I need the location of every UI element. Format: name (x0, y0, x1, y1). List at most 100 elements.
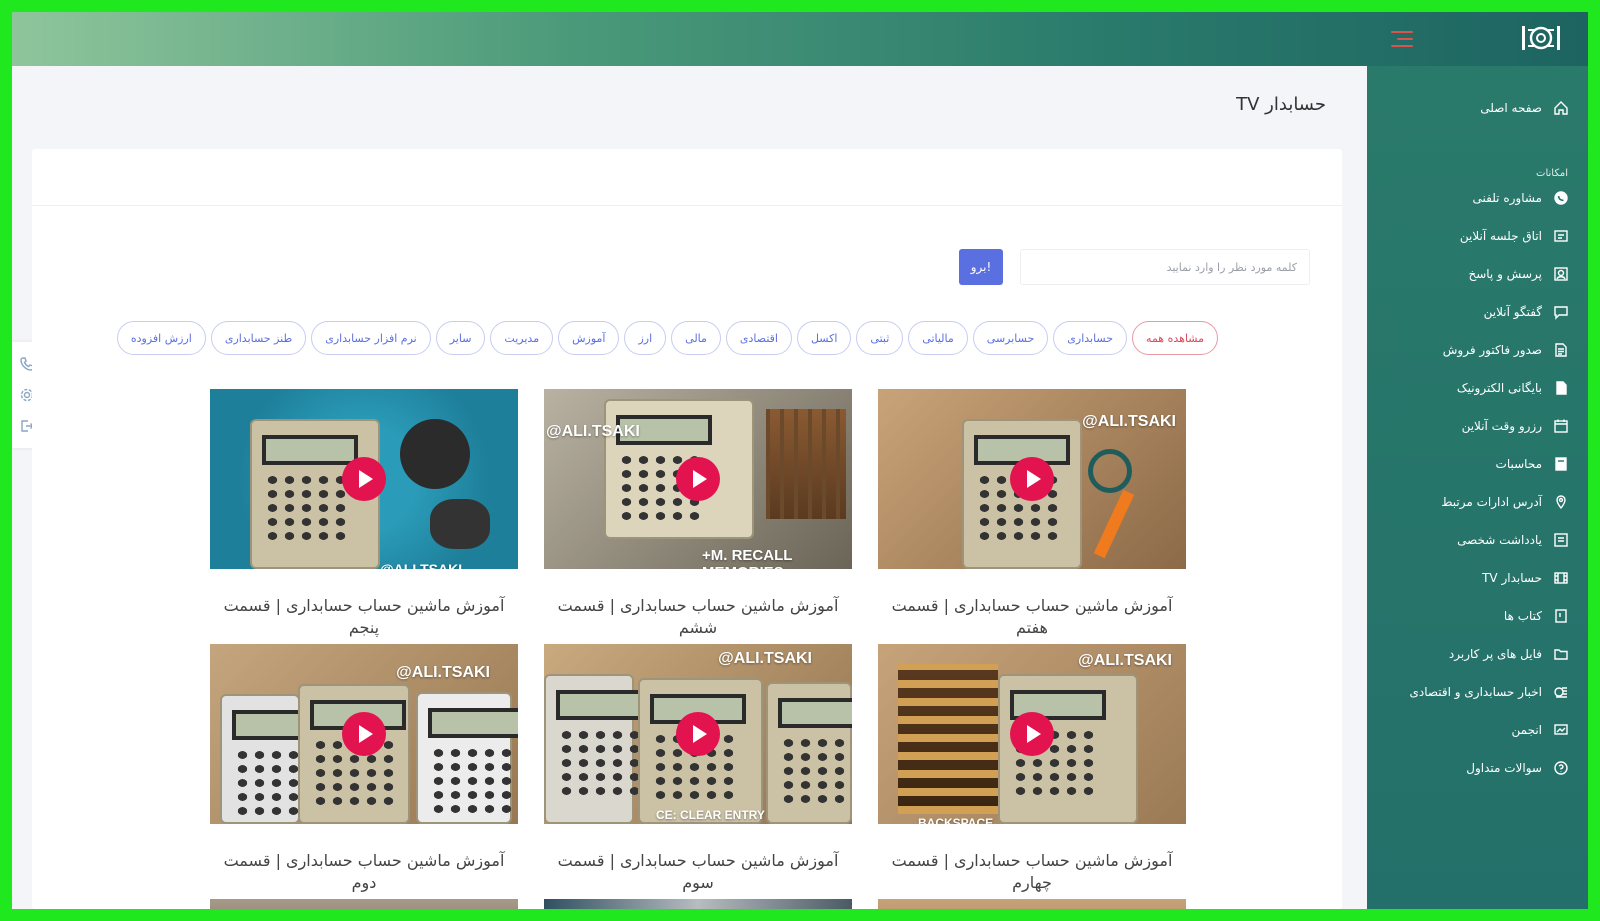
filter-chip[interactable]: نرم افزار حسابداری (311, 321, 431, 355)
video-watermark: @ALI.TSAKI (546, 423, 640, 440)
video-caption: BACKSPACE (918, 816, 994, 824)
sidebar-item-books[interactable]: کتاب ها (1380, 601, 1570, 631)
hamburger-icon[interactable] (1391, 31, 1413, 47)
sidebar-item-archive[interactable]: بایگانی الکترونیک (1380, 373, 1570, 403)
video-thumbnail[interactable]: @ALI.TSAKI (878, 389, 1186, 569)
sidebar-item-label: سوالات متداول (1466, 761, 1542, 775)
video-card[interactable]: @ALI.TSAKI CE: CLEAR ENTRY آموزش ماشین ح… (544, 644, 852, 894)
video-card[interactable]: @ALI.TSAKI آموزش ماشین حساب حسابداری | ق… (210, 644, 518, 894)
calculator-image (766, 682, 852, 824)
content-card: برو! مشاهده همه حسابداری حسابرسی مالیاتی… (32, 149, 1342, 909)
sidebar-item-label: بایگانی الکترونیک (1456, 381, 1542, 395)
sidebar-item-faq[interactable]: سوالات متداول (1380, 753, 1570, 783)
filter-chip[interactable]: مدیریت (490, 321, 554, 355)
play-icon[interactable] (676, 457, 720, 501)
sidebar-item-label: فایل های پر کاربرد (1448, 647, 1542, 661)
sidebar-item-forum[interactable]: انجمن (1380, 715, 1570, 745)
filter-chip[interactable]: ارزش افزوده (116, 321, 206, 355)
sidebar-item-label: اخبار حسابداری و اقتصادی (1409, 685, 1543, 699)
notes-icon (1552, 531, 1570, 549)
filter-chip[interactable]: اقتصادی (725, 321, 792, 355)
calculator-image (544, 674, 652, 824)
filter-chip[interactable]: حسابداری (1053, 321, 1128, 355)
video-title[interactable]: آموزش ماشین حساب حسابداری | قسمت ششم (544, 595, 852, 639)
video-title[interactable]: آموزش ماشین حساب حسابداری | قسمت دوم (210, 850, 518, 894)
video-thumbnail[interactable]: @ALI.TSAKI (210, 644, 518, 824)
play-icon[interactable] (1010, 712, 1054, 756)
sidebar-item-online-meeting[interactable]: اتاق جلسه آنلاین (1380, 221, 1570, 251)
sidebar-item-tv[interactable]: حسابدار TV (1380, 563, 1570, 593)
calendar-icon (1552, 417, 1570, 435)
video-card[interactable]: @ALI.TSAKI آموزش ماشین حساب حسابداری | ق… (878, 389, 1186, 639)
folder-icon (1552, 645, 1570, 663)
sidebar-item-phone-consult[interactable]: مشاوره تلفنی (1380, 183, 1570, 213)
play-icon[interactable] (342, 457, 386, 501)
home-icon (1552, 99, 1570, 117)
filter-chip[interactable]: مالی (671, 321, 721, 355)
abacus-image (766, 409, 846, 519)
sidebar-item-label: انجمن (1511, 723, 1543, 737)
video-thumbnail[interactable]: @ALI.TSAKI (210, 389, 518, 569)
filter-chip[interactable]: سایر (435, 321, 486, 355)
sidebar-item-chat[interactable]: گفتگو آنلاین (1380, 297, 1570, 327)
sidebar-item-label: صفحه اصلی (1480, 101, 1542, 115)
filter-chip[interactable]: حسابرسی (972, 321, 1049, 355)
sidebar: صفحه اصلی امکانات مشاوره تلفنی اتاق جلسه… (1367, 66, 1588, 909)
video-thumbnail[interactable]: @ALI.TSAKI CE: CLEAR ENTRY (544, 644, 852, 824)
video-thumbnail[interactable] (210, 899, 518, 909)
film-icon (1552, 569, 1570, 587)
sidebar-item-news[interactable]: اخبار حسابداری و اقتصادی (1380, 677, 1570, 707)
filter-chip[interactable]: مالیاتی (908, 321, 968, 355)
sidebar-item-booking[interactable]: رزرو وقت آنلاین (1380, 411, 1570, 441)
map-pin-icon (1552, 493, 1570, 511)
filter-chip[interactable]: طنز حسابداری (210, 321, 307, 355)
sidebar-item-invoice[interactable]: صدور فاکتور فروش (1380, 335, 1570, 365)
sidebar-item-offices[interactable]: آدرس ادارات مرتبط (1380, 487, 1570, 517)
sidebar-item-label: رزرو وقت آنلاین (1461, 419, 1542, 433)
video-card[interactable]: @ALI.TSAKI آموزش ماشین حساب حسابداری | ق… (210, 389, 518, 639)
magnifier-image (1088, 449, 1132, 493)
video-thumbnail[interactable] (878, 899, 1186, 909)
video-thumbnail[interactable]: @ALI.TSAKI +M. RECALL MEMORIES (544, 389, 852, 569)
filter-chip[interactable]: اکسل (796, 321, 852, 355)
filter-chip-all[interactable]: مشاهده همه (1132, 321, 1218, 355)
filter-chip[interactable]: ثبتی (856, 321, 904, 355)
video-title[interactable]: آموزش ماشین حساب حسابداری | قسمت هفتم (878, 595, 1186, 639)
filter-chip[interactable]: ارز (624, 321, 667, 355)
video-caption: @ALI.TSAKI (380, 561, 463, 569)
video-title[interactable]: آموزش ماشین حساب حسابداری | قسمت پنجم (210, 595, 518, 639)
sidebar-item-calculations[interactable]: محاسبات (1380, 449, 1570, 479)
video-thumbnail[interactable] (544, 899, 852, 909)
sidebar-item-label: اتاق جلسه آنلاین (1459, 229, 1542, 243)
video-thumbnail[interactable]: @ALI.TSAKI BACKSPACE (878, 644, 1186, 824)
question-answer-icon (1552, 265, 1570, 283)
sidebar-item-home[interactable]: صفحه اصلی (1380, 93, 1570, 123)
play-icon[interactable] (342, 712, 386, 756)
sidebar-item-label: پرسش و پاسخ (1468, 267, 1542, 281)
whatsapp-icon (1552, 189, 1570, 207)
invoice-icon (1552, 341, 1570, 359)
video-title[interactable]: آموزش ماشین حساب حسابداری | قسمت سوم (544, 850, 852, 894)
sidebar-item-label: گفتگو آنلاین (1483, 305, 1542, 319)
play-icon[interactable] (676, 712, 720, 756)
divider (32, 205, 1342, 206)
video-card[interactable]: @ALI.TSAKI BACKSPACE آموزش ماشین حساب حس… (878, 644, 1186, 894)
forum-icon (1552, 721, 1570, 739)
play-icon[interactable] (1010, 457, 1054, 501)
magnifier-handle (1093, 489, 1135, 559)
sidebar-item-label: یادداشت شخصی (1457, 533, 1542, 547)
sidebar-item-qa[interactable]: پرسش و پاسخ (1380, 259, 1570, 289)
video-title[interactable]: آموزش ماشین حساب حسابداری | قسمت چهارم (878, 850, 1186, 894)
sidebar-item-notes[interactable]: یادداشت شخصی (1380, 525, 1570, 555)
video-card[interactable]: @ALI.TSAKI +M. RECALL MEMORIES آموزش ماش… (544, 389, 852, 639)
bottle-image (400, 419, 470, 489)
page-title: حسابدار TV (1236, 94, 1326, 115)
search-input[interactable] (1020, 249, 1310, 285)
go-button[interactable]: برو! (959, 249, 1003, 285)
top-header (12, 12, 1588, 66)
sidebar-item-label: صدور فاکتور فروش (1442, 343, 1542, 357)
category-filters: مشاهده همه حسابداری حسابرسی مالیاتی ثبتی… (116, 321, 1218, 355)
filter-chip[interactable]: آموزش (558, 321, 620, 355)
logo-icon[interactable] (1520, 22, 1562, 54)
sidebar-item-files[interactable]: فایل های پر کاربرد (1380, 639, 1570, 669)
